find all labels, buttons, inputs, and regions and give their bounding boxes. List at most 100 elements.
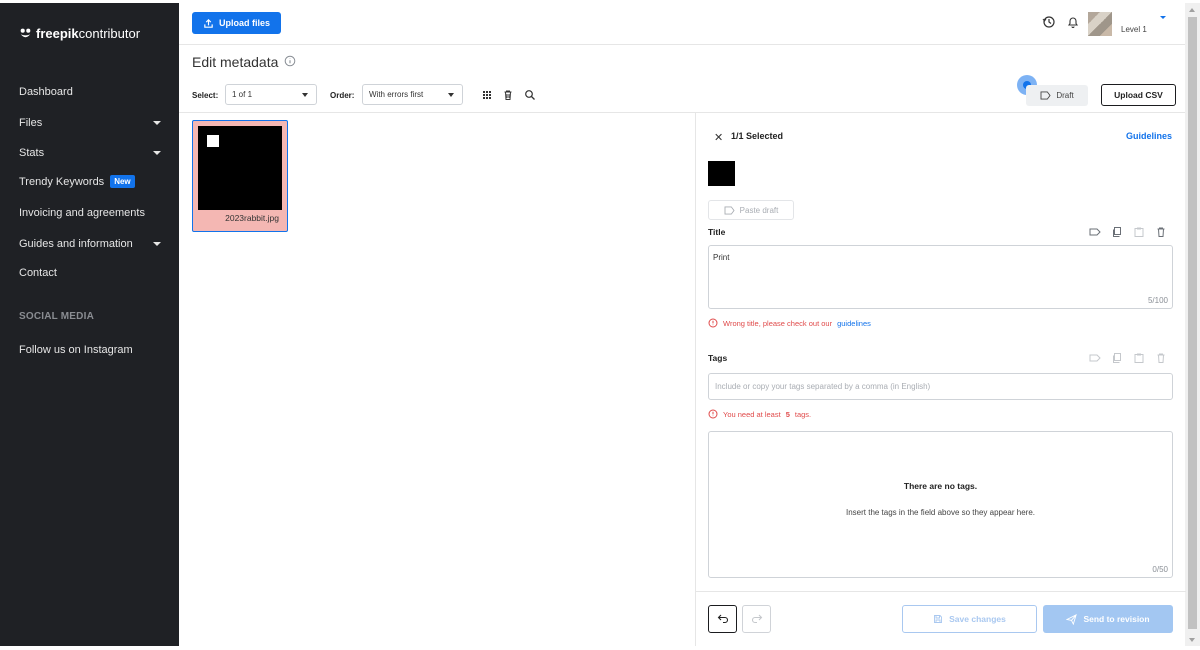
undo-icon [717,614,728,624]
copy-icon[interactable] [1111,226,1123,238]
close-icon[interactable]: ✕ [714,131,723,144]
send-icon [1066,613,1078,625]
sidebar-item-label: Contact [19,267,57,279]
tag-icon[interactable] [1089,352,1101,364]
page-title: Edit metadata [192,54,279,70]
select-dropdown[interactable]: 1 of 1 [225,84,317,105]
title-error-text: Wrong title, please check out our [723,318,833,328]
panel-footer-divider [696,591,1186,592]
order-value: With errors first [369,90,424,99]
search-icon[interactable] [524,89,536,101]
upload-files-button[interactable]: Upload files [192,12,281,34]
select-value: 1 of 1 [232,90,253,99]
save-changes-label: Save changes [949,614,1006,624]
undo-button[interactable] [708,605,737,633]
scrollbar-thumb[interactable] [1188,17,1197,629]
sidebar-item-label: Guides and information [19,238,133,250]
chevron-down-icon[interactable] [1160,16,1166,19]
title-error-guidelines-link[interactable]: guidelines [837,319,871,328]
history-icon[interactable] [1042,15,1056,29]
sidebar-item-label: Invoicing and agreements [19,207,145,219]
sidebar-item-stats[interactable]: Stats [19,147,161,159]
file-name: 2023rabbit.jpg [225,213,279,223]
tags-list-box: There are no tags. Insert the tags in th… [708,431,1173,578]
sidebar-item-label: Trendy Keywords [19,175,105,188]
send-to-revision-label: Send to revision [1083,614,1150,624]
chevron-down-icon [153,242,161,246]
sidebar-item-invoicing[interactable]: Invoicing and agreements [19,207,161,219]
freepik-logo-icon [20,28,31,37]
metadata-panel: ✕ 1/1 Selected Guidelines Paste draft Ti… [695,113,1186,647]
top-bar: Upload files Level 1 [179,3,1185,45]
sidebar-item-guides[interactable]: Guides and information [19,238,161,250]
upload-files-label: Upload files [218,18,270,28]
trash-icon[interactable] [1155,226,1167,238]
paste-draft-label: Paste draft [739,205,779,215]
sidebar-item-instagram[interactable]: Follow us on Instagram [19,344,161,356]
sidebar-item-files[interactable]: Files [19,117,161,129]
tags-error-min-count: 5 [785,409,790,419]
empty-tags-title: There are no tags. [903,481,978,491]
chevron-down-icon [153,151,161,155]
save-changes-button[interactable]: Save changes [902,605,1037,633]
upload-icon [204,18,213,28]
sidebar-item-trendy-keywords[interactable]: Trendy Keywords New [19,175,161,188]
title-error-message: Wrong title, please check out our guideli… [708,318,871,328]
title-input[interactable]: Print 5/100 [708,245,1173,309]
trash-icon[interactable] [502,89,514,101]
logo-text: freepikcontributor [36,25,141,41]
tags-input-placeholder: Include or copy your tags separated by a… [715,382,931,391]
title-field-actions [1089,226,1167,238]
copy-icon[interactable] [1111,352,1123,364]
guidelines-link[interactable]: Guidelines [1126,131,1172,141]
avatar[interactable] [1088,12,1112,36]
sidebar-item-contact[interactable]: Contact [19,267,161,279]
info-icon[interactable] [284,55,296,67]
tags-field-label: Tags [708,353,728,363]
save-icon [934,615,943,623]
tags-error-message: You need at least 5 tags. [708,409,811,419]
error-circle-icon [708,318,718,328]
sidebar-item-label: Follow us on Instagram [19,344,133,356]
scroll-up-arrow-icon[interactable] [1189,8,1195,12]
page-scrollbar[interactable] [1185,3,1200,647]
sidebar-item-label: Stats [19,147,45,159]
draft-button[interactable]: Draft [1026,85,1088,106]
chevron-down-icon [448,93,454,97]
scroll-down-arrow-icon[interactable] [1189,638,1195,642]
sidebar-item-label: Dashboard [19,86,73,98]
tag-icon [1040,91,1051,100]
tag-icon[interactable] [1089,226,1101,238]
section-title-social-media: SOCIAL MEDIA [19,311,94,322]
sidebar-item-label: Files [19,117,43,129]
file-thumbnail-card[interactable]: 2023rabbit.jpg [192,120,288,232]
sidebar: freepikcontributor Dashboard Files Stats… [0,3,179,647]
redo-icon [751,614,762,624]
order-dropdown[interactable]: With errors first [362,84,463,105]
paste-icon[interactable] [1133,226,1145,238]
selection-count: 1/1 Selected [731,131,784,141]
selected-file-preview [708,161,735,186]
tags-input[interactable]: Include or copy your tags separated by a… [708,373,1173,400]
grid-view-icon[interactable] [481,89,493,101]
redo-button[interactable] [742,605,771,633]
chevron-down-icon [302,93,308,97]
bottom-edge [0,646,1200,650]
error-circle-icon [708,409,718,419]
thumbnail-white-square [207,135,219,147]
draft-label: Draft [1056,91,1074,100]
logo[interactable]: freepikcontributor [19,24,140,42]
sidebar-item-dashboard[interactable]: Dashboard [19,86,161,98]
bell-icon[interactable] [1066,15,1080,29]
tags-field-actions [1089,352,1167,364]
title-char-counter: 5/100 [1147,296,1168,305]
send-to-revision-button[interactable]: Send to revision [1043,605,1173,633]
paste-icon[interactable] [1133,352,1145,364]
user-level: Level 1 [1121,25,1147,34]
upload-csv-button[interactable]: Upload CSV [1101,84,1176,106]
new-badge: New [110,175,135,188]
select-label: Select: [192,91,219,100]
trash-icon[interactable] [1155,352,1167,364]
paste-draft-button[interactable]: Paste draft [708,200,794,220]
title-input-value: Print [713,253,730,262]
